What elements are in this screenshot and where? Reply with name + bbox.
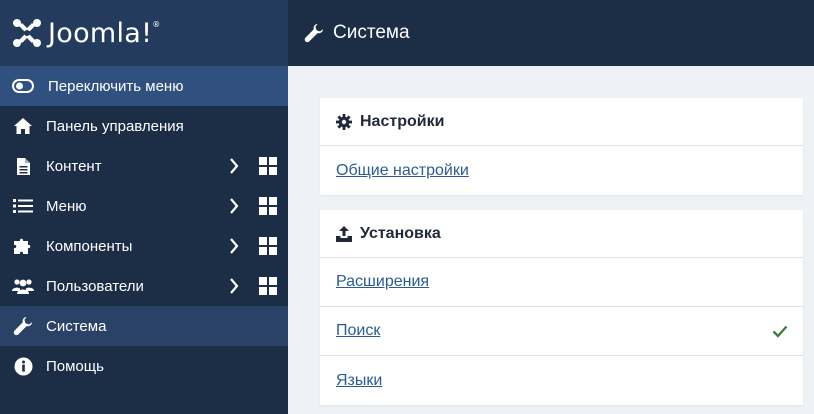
sidebar-item-label: Панель управления: [46, 117, 184, 135]
info-icon: [12, 355, 34, 377]
sidebar-item-content[interactable]: Контент: [0, 146, 288, 186]
joomla-logo-icon: [13, 19, 41, 47]
sidebar-item-users[interactable]: Пользователи: [0, 266, 288, 306]
main-content: Настройки Общие настройки Установка Расш…: [288, 66, 814, 414]
list-item: Языки: [320, 356, 803, 405]
dashboard-grid-icon[interactable]: [258, 196, 278, 216]
sidebar-item-label: Меню: [46, 197, 87, 215]
sidebar-item-dashboard[interactable]: Панель управления: [0, 106, 288, 146]
card-header: Настройки: [320, 98, 803, 146]
home-icon: [12, 115, 34, 137]
dashboard-grid-icon[interactable]: [258, 276, 278, 296]
toggle-menu-label: Переключить меню: [48, 77, 184, 95]
chevron-right-icon[interactable]: [224, 196, 244, 216]
sidebar-item-help[interactable]: Помощь: [0, 346, 288, 386]
page-header: Система: [288, 0, 814, 66]
sidebar-item-label: Система: [46, 317, 107, 335]
toggle-menu-button[interactable]: Переключить меню: [0, 66, 288, 106]
sidebar-item-label: Пользователи: [46, 277, 144, 295]
brand-name: Joomla!®: [48, 17, 161, 49]
languages-link[interactable]: Языки: [336, 372, 382, 390]
dashboard-grid-icon[interactable]: [258, 156, 278, 176]
chevron-right-icon[interactable]: [224, 276, 244, 296]
global-settings-link[interactable]: Общие настройки: [336, 162, 469, 180]
card-header: Установка: [320, 210, 803, 258]
gear-icon: [336, 113, 352, 130]
sidebar-item-menus[interactable]: Меню: [0, 186, 288, 226]
sidebar-item-components[interactable]: Компоненты: [0, 226, 288, 266]
file-icon: [12, 155, 34, 177]
puzzle-icon: [12, 235, 34, 257]
chevron-right-icon[interactable]: [224, 236, 244, 256]
sidebar: Joomla!® Переключить меню Панель управле…: [0, 0, 288, 414]
page-title: Система: [333, 22, 410, 43]
chevron-right-icon[interactable]: [224, 156, 244, 176]
install-card: Установка Расширения Поиск Языки: [320, 210, 803, 405]
list-item: Общие настройки: [320, 146, 803, 195]
upload-icon: [336, 225, 352, 242]
card-title: Установка: [360, 224, 441, 242]
toggle-switch-icon: [12, 75, 34, 97]
sidebar-item-label: Помощь: [46, 357, 104, 375]
list-icon: [12, 195, 34, 217]
dashboard-grid-icon[interactable]: [258, 236, 278, 256]
wrench-icon: [304, 23, 324, 43]
list-item: Расширения: [320, 258, 803, 307]
wrench-icon: [12, 315, 34, 337]
card-title: Настройки: [360, 112, 445, 130]
sidebar-item-system[interactable]: Система: [0, 306, 288, 346]
extensions-link[interactable]: Расширения: [336, 273, 429, 291]
list-item: Поиск: [320, 307, 803, 356]
users-icon: [12, 275, 34, 297]
discover-link[interactable]: Поиск: [336, 322, 380, 340]
sidebar-item-label: Контент: [46, 157, 102, 175]
settings-card: Настройки Общие настройки: [320, 98, 803, 195]
check-icon: [772, 325, 788, 338]
sidebar-item-label: Компоненты: [46, 237, 133, 255]
brand-logo[interactable]: Joomla!®: [0, 0, 288, 66]
